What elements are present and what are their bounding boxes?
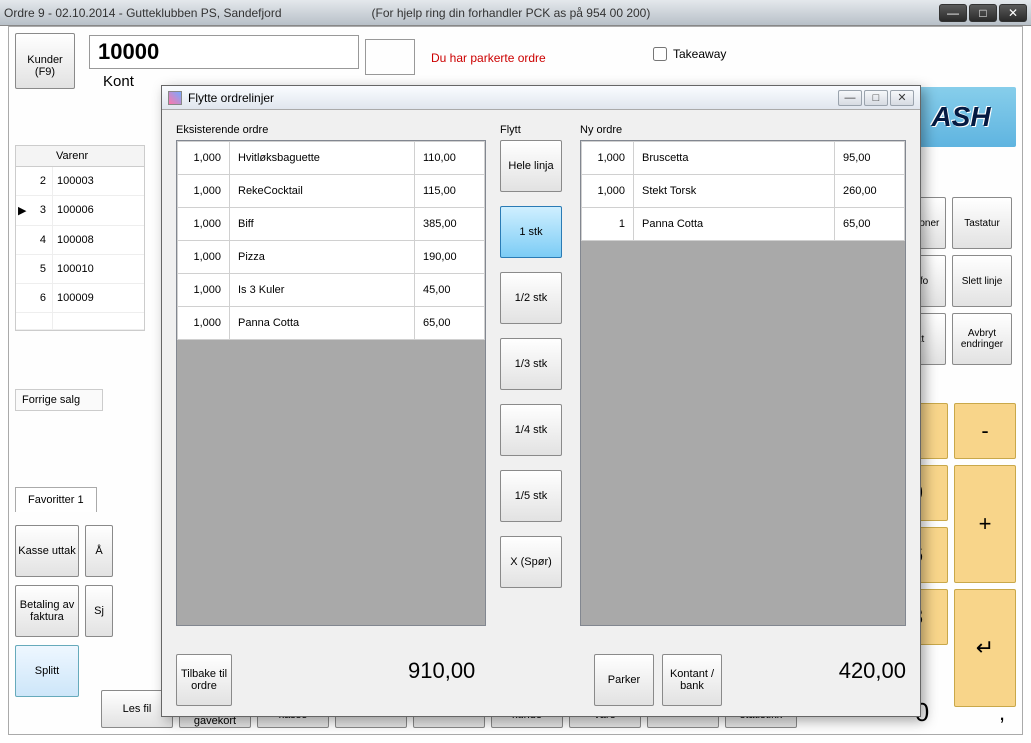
ny-ordre-panel[interactable]: 1,000Bruscetta95,00 1,000Stekt Torsk260,…	[580, 140, 906, 626]
table-row	[16, 313, 144, 330]
table-row: 1Panna Cotta65,00	[582, 208, 905, 241]
close-button[interactable]: ✕	[999, 4, 1027, 22]
kontant-bank-button[interactable]: Kontant / bank	[662, 654, 722, 706]
table-row: 1,000Pizza190,00	[178, 241, 485, 274]
sjekk-button[interactable]: Sj	[85, 585, 113, 637]
tastatur-button[interactable]: Tastatur	[952, 197, 1012, 249]
table-row: 2100003	[16, 167, 144, 196]
splitt-button[interactable]: Splitt	[15, 645, 79, 697]
parker-button[interactable]: Parker	[594, 654, 654, 706]
left-buttons-2: Betaling av faktura Sj	[15, 585, 155, 637]
kont-label: Kont	[103, 73, 134, 90]
favoritter-tab[interactable]: Favoritter 1	[15, 487, 97, 512]
small-box[interactable]	[365, 39, 415, 75]
avbryt-endringer-button[interactable]: Avbryt endringer	[952, 313, 1012, 365]
flytt-label: Flytt	[500, 124, 521, 136]
dialog-maximize-button[interactable]: □	[864, 90, 888, 106]
table-row: 1,000Stekt Torsk260,00	[582, 175, 905, 208]
main-window: Ordre 9 - 02.10.2014 - Gutteklubben PS, …	[0, 0, 1031, 743]
table-row: 1,000RekeCocktail115,00	[178, 175, 485, 208]
minimize-button[interactable]: —	[939, 4, 967, 22]
amount-input[interactable]	[89, 35, 359, 69]
client-area: Kunder (F9) Kont Du har parkerte ordre T…	[8, 26, 1023, 735]
fourth-stk-button[interactable]: 1/4 stk	[500, 404, 562, 456]
tilbake-button[interactable]: Tilbake til ordre	[176, 654, 232, 706]
left-buttons-1: Kasse uttak Å	[15, 525, 155, 577]
apne-button[interactable]: Å	[85, 525, 113, 577]
dialog-window-controls: — □ ✕	[838, 90, 914, 106]
slett-linje-button[interactable]: Slett linje	[952, 255, 1012, 307]
eksisterende-sum: 910,00	[408, 658, 475, 684]
dialog-body: Eksisterende ordre Flytt Ny ordre 1,000H…	[162, 110, 920, 716]
takeaway-checkbox[interactable]: Takeaway	[653, 47, 726, 61]
dialog-minimize-button[interactable]: —	[838, 90, 862, 106]
table-row: 1,000Bruscetta95,00	[582, 142, 905, 175]
takeaway-check[interactable]	[653, 47, 667, 61]
parked-orders-msg: Du har parkerte ordre	[431, 51, 546, 65]
kunder-button[interactable]: Kunder (F9)	[15, 33, 75, 89]
table-row: 5100010	[16, 255, 144, 284]
ash-logo: ASH	[906, 87, 1016, 147]
dialog-close-button[interactable]: ✕	[890, 90, 914, 106]
window-controls: — □ ✕	[939, 4, 1027, 22]
hele-linja-button[interactable]: Hele linja	[500, 140, 562, 192]
table-row: 4100008	[16, 226, 144, 255]
takeaway-label: Takeaway	[673, 47, 726, 61]
table-row: 3100006	[16, 196, 144, 226]
fifth-stk-button[interactable]: 1/5 stk	[500, 470, 562, 522]
eksisterende-ordre-table: 1,000Hvitløksbaguette110,00 1,000RekeCoc…	[177, 141, 485, 340]
numpad-comma[interactable]: ,	[988, 700, 1016, 726]
ny-ordre-label: Ny ordre	[580, 124, 622, 136]
table-row: 1,000Is 3 Kuler45,00	[178, 274, 485, 307]
col-varenr: Varenr	[52, 146, 144, 166]
table-row: 1,000Biff385,00	[178, 208, 485, 241]
table-row: 1,000Hvitløksbaguette110,00	[178, 142, 485, 175]
ny-ordre-sum: 420,00	[839, 658, 906, 684]
table-row: 1,000Panna Cotta65,00	[178, 307, 485, 340]
window-title: Ordre 9 - 02.10.2014 - Gutteklubben PS, …	[4, 6, 282, 20]
maximize-button[interactable]: □	[969, 4, 997, 22]
dialog-titlebar[interactable]: Flytte ordrelinjer — □ ✕	[162, 86, 920, 110]
betaling-faktura-button[interactable]: Betaling av faktura	[15, 585, 79, 637]
table-row: 6100009	[16, 284, 144, 313]
1-stk-button[interactable]: 1 stk	[500, 206, 562, 258]
dialog-title: Flytte ordrelinjer	[188, 91, 274, 105]
numpad-enter[interactable]: ↵	[954, 589, 1016, 707]
item-grid[interactable]: Varenr 2100003 3100006 4100008 5100010 6…	[15, 145, 145, 331]
eksisterende-ordre-panel[interactable]: 1,000Hvitløksbaguette110,00 1,000RekeCoc…	[176, 140, 486, 626]
main-titlebar[interactable]: Ordre 9 - 02.10.2014 - Gutteklubben PS, …	[0, 0, 1031, 26]
numpad-plus[interactable]: +	[954, 465, 1016, 583]
forrige-salg-button[interactable]: Forrige salg	[15, 389, 103, 411]
dialog-footer: Tilbake til ordre 910,00 Parker Kontant …	[176, 648, 906, 706]
x-spor-button[interactable]: X (Spør)	[500, 536, 562, 588]
ny-ordre-table: 1,000Bruscetta95,00 1,000Stekt Torsk260,…	[581, 141, 905, 241]
third-stk-button[interactable]: 1/3 stk	[500, 338, 562, 390]
numpad-minus[interactable]: -	[954, 403, 1016, 459]
kasse-uttak-button[interactable]: Kasse uttak	[15, 525, 79, 577]
grid-header: Varenr	[16, 146, 144, 167]
half-stk-button[interactable]: 1/2 stk	[500, 272, 562, 324]
help-phone: (For hjelp ring din forhandler PCK as på…	[372, 6, 651, 20]
dialog-icon	[168, 91, 182, 105]
flytte-ordrelinjer-dialog: Flytte ordrelinjer — □ ✕ Eksisterende or…	[161, 85, 921, 717]
eksisterende-label: Eksisterende ordre	[176, 124, 268, 136]
flytt-button-column: Hele linja 1 stk 1/2 stk 1/3 stk 1/4 stk…	[500, 140, 564, 588]
top-bar: Kunder (F9) Kont Du har parkerte ordre T…	[15, 33, 1016, 93]
